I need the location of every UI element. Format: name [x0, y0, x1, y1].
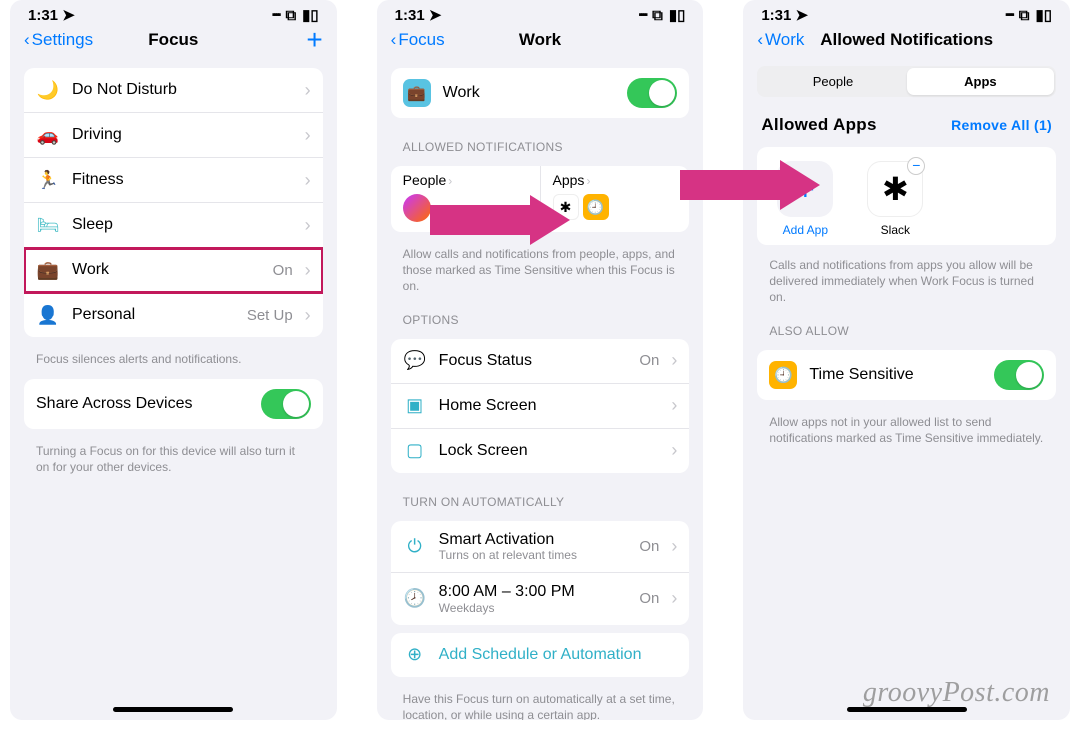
automation-list: ⏻ Smart ActivationTurns on at relevant t…: [391, 521, 690, 625]
footer-text: Focus silences alerts and notifications.: [10, 345, 337, 371]
status-bar: 1:31 ➤ ▪▪▪▪⧉▮▯: [377, 0, 704, 26]
seg-apps[interactable]: Apps: [907, 68, 1054, 95]
chevron-right-icon: ›: [671, 588, 677, 609]
time-sensitive-toggle[interactable]: [994, 360, 1044, 390]
focus-mode-row[interactable]: 🌙 Do Not Disturb ›: [24, 68, 323, 113]
chevron-right-icon: ›: [671, 536, 677, 557]
focus-mode-icon: 🌙: [36, 78, 60, 102]
option-icon: ▣: [403, 394, 427, 418]
plus-circle-icon: ⊕: [403, 643, 427, 667]
chevron-right-icon: ›: [305, 80, 311, 101]
share-toggle[interactable]: [261, 389, 311, 419]
chevron-right-icon: ›: [671, 395, 677, 416]
share-across-devices-row[interactable]: Share Across Devices: [24, 379, 323, 429]
footer-text: Allow calls and notifications from peopl…: [377, 240, 704, 299]
navbar: ‹Settings Focus +: [10, 26, 337, 60]
focus-mode-row[interactable]: 🚗 Driving ›: [24, 113, 323, 158]
annotation-arrow: [680, 160, 820, 210]
chevron-right-icon: ›: [305, 260, 311, 281]
people-apps-segmented[interactable]: People Apps: [757, 66, 1056, 97]
focus-mode-row[interactable]: 🛏 Sleep ›: [24, 203, 323, 248]
option-icon: ▢: [403, 439, 427, 463]
chevron-left-icon: ‹: [391, 30, 397, 50]
wifi-icon: ⧉: [285, 7, 296, 24]
focus-modes-list: 🌙 Do Not Disturb ›🚗 Driving ›🏃 Fitness ›…: [24, 68, 323, 337]
automation-row[interactable]: 🕗 8:00 AM – 3:00 PMWeekdays On ›: [391, 573, 690, 625]
chevron-right-icon: ›: [305, 305, 311, 326]
watermark: groovyPost.com: [863, 677, 1050, 709]
footer-text: Have this Focus turn on automatically at…: [377, 685, 704, 720]
focus-mode-icon: 🚗: [36, 123, 60, 147]
screen-allowed-notifications: 1:31 ➤ ▪▪▪▪⧉▮▯ ‹Work Allowed Notificatio…: [743, 0, 1070, 720]
focus-mode-icon: 👤: [36, 303, 60, 327]
chevron-right-icon: ›: [671, 440, 677, 461]
location-icon: ➤: [62, 7, 75, 24]
focus-mode-row[interactable]: 👤 Personal Set Up ›: [24, 293, 323, 337]
home-indicator[interactable]: [113, 707, 233, 712]
chevron-right-icon: ›: [305, 215, 311, 236]
back-button[interactable]: ‹Settings: [24, 30, 93, 50]
screen-focus-list: 1:31 ➤ ▪▪▪▪⧉▮▯ ‹Settings Focus + 🌙 Do No…: [10, 0, 337, 720]
signal-icon: ▪▪▪▪: [272, 9, 280, 21]
option-row[interactable]: ▢ Lock Screen ›: [391, 429, 690, 473]
section-header: OPTIONS: [377, 299, 704, 331]
add-focus-button[interactable]: +: [306, 30, 322, 50]
time-sensitive-icon: 🕘: [769, 361, 797, 389]
chevron-right-icon: ›: [305, 125, 311, 146]
status-bar: 1:31 ➤ ▪▪▪▪⧉▮▯: [743, 0, 1070, 26]
seg-people[interactable]: People: [759, 68, 906, 95]
footer-text: Calls and notifications from apps you al…: [743, 251, 1070, 310]
allowed-app-slack[interactable]: − ✱ Slack: [859, 161, 931, 237]
back-button[interactable]: ‹Work: [757, 30, 804, 50]
work-toggle[interactable]: [627, 78, 677, 108]
automation-row[interactable]: ⏻ Smart ActivationTurns on at relevant t…: [391, 521, 690, 574]
navbar: ‹Focus Work: [377, 26, 704, 60]
contact-avatar: [403, 194, 431, 222]
chevron-left-icon: ‹: [757, 30, 763, 50]
automation-icon: 🕗: [403, 587, 427, 611]
section-header: ALLOWED NOTIFICATIONS: [377, 126, 704, 158]
allowed-apps-header: Allowed Apps Remove All (1): [743, 103, 1070, 141]
annotation-arrow: [430, 195, 570, 245]
time-sensitive-row[interactable]: 🕘 Time Sensitive: [757, 350, 1056, 400]
focus-mode-icon: 🏃: [36, 168, 60, 192]
work-icon: 💼: [403, 79, 431, 107]
footer-text: Allow apps not in your allowed list to s…: [743, 408, 1070, 450]
focus-mode-row[interactable]: 🏃 Fitness ›: [24, 158, 323, 203]
navbar: ‹Work Allowed Notifications: [743, 26, 1070, 60]
screen-work-focus: 1:31 ➤ ▪▪▪▪⧉▮▯ ‹Focus Work 💼 Work ALLOWE…: [377, 0, 704, 720]
option-row[interactable]: 💬 Focus Status On ›: [391, 339, 690, 384]
share-group: Share Across Devices: [24, 379, 323, 429]
back-button[interactable]: ‹Focus: [391, 30, 445, 50]
automation-icon: ⏻: [403, 534, 427, 558]
option-icon: 💬: [403, 349, 427, 373]
chevron-left-icon: ‹: [24, 30, 30, 50]
time-sensitive-icon: 🕘: [583, 194, 609, 220]
chevron-right-icon: ›: [448, 174, 452, 188]
footer-text: Turning a Focus on for this device will …: [10, 437, 337, 479]
remove-all-button[interactable]: Remove All (1): [951, 117, 1052, 133]
section-header: ALSO ALLOW: [743, 310, 1070, 342]
focus-mode-row[interactable]: 💼 Work On ›: [24, 248, 323, 293]
chevron-right-icon: ›: [305, 170, 311, 191]
section-header: TURN ON AUTOMATICALLY: [377, 481, 704, 513]
focus-mode-icon: 💼: [36, 258, 60, 282]
battery-icon: ▮▯: [302, 6, 319, 24]
chevron-right-icon: ›: [586, 174, 590, 188]
options-list: 💬 Focus Status On ›▣ Home Screen ›▢ Lock…: [391, 339, 690, 473]
add-schedule-button[interactable]: ⊕ Add Schedule or Automation: [391, 633, 690, 677]
work-toggle-row[interactable]: 💼 Work: [391, 68, 690, 118]
focus-mode-icon: 🛏: [36, 213, 60, 237]
chevron-right-icon: ›: [671, 350, 677, 371]
status-bar: 1:31 ➤ ▪▪▪▪⧉▮▯: [10, 0, 337, 26]
option-row[interactable]: ▣ Home Screen ›: [391, 384, 690, 429]
